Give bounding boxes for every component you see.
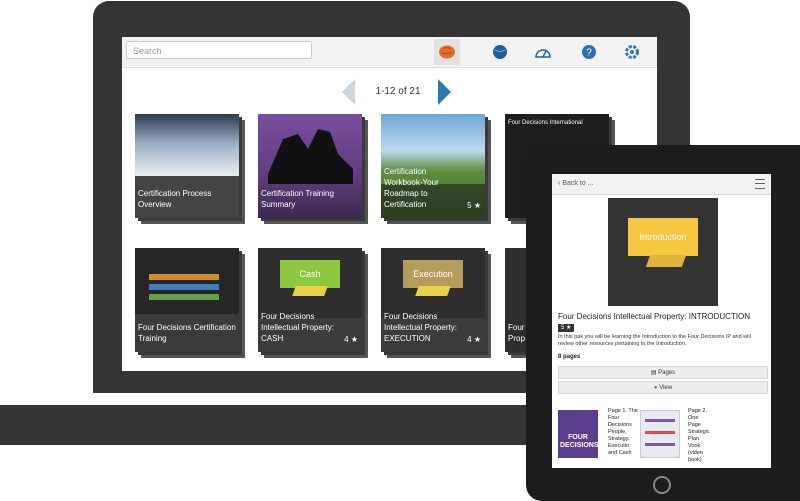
page-1-label[interactable]: Page 1. The Four Decisions People, Strat… [608,408,638,457]
card-title: Four Decisions International [508,120,583,126]
introduction-ribbon: Introduction [628,218,698,256]
view-button[interactable]: ● View [558,381,768,394]
card-title: Four Prop [508,323,525,343]
ribbon-tail [415,286,451,296]
view-button-label: View [659,385,673,391]
card-certification-process[interactable]: Certification Process Overview [135,114,239,218]
card-rating: 4 ★ [467,335,481,344]
item-description: In this pak you will be learning the Int… [558,334,751,347]
menu-icon[interactable] [755,179,765,189]
tablet-top-bar: ‹ Back to ... [552,174,771,195]
pages-count: 8 pages [558,354,581,360]
next-page-button[interactable] [438,79,451,105]
pages-button[interactable]: ▤ Pages [558,366,768,379]
gauge-icon[interactable] [530,39,556,65]
card-title: Four Decisions Certification Training [138,323,236,343]
cash-ribbon: Cash [280,260,340,288]
card-certification-training-summary[interactable]: Certification Training Summary [258,114,362,218]
ribbon-tail [292,286,328,296]
pages-button-label: Pages [658,370,676,376]
page-1-thumbnail-text: FOUR DECISIONS [560,434,599,449]
top-toolbar: Search ? [122,37,657,68]
tablet-screen: ‹ Back to ... Introduction Four Decision… [552,174,771,468]
card-four-decisions-execution[interactable]: Execution Four Decisions Intellectual Pr… [381,248,485,352]
thumb-graphic [645,419,675,422]
back-label: Back to ... [562,180,594,187]
globe-icon[interactable] [487,39,513,65]
card-title: Four Decisions Intellectual Property: EX… [384,312,457,343]
ribbon-tail [645,255,687,267]
card-title: Four Decisions Intellectual Property: CA… [261,312,334,343]
card-rating: 4 ★ [344,335,358,344]
card-rating: 5 ★ [467,201,481,210]
execution-ribbon: Execution [403,260,463,288]
search-input[interactable]: Search [126,41,312,59]
brain-icon[interactable] [434,39,460,65]
card-title: Certification Process Overview [138,189,212,209]
card-four-decisions-cash[interactable]: Cash Four Decisions Intellectual Propert… [258,248,362,352]
card-four-decisions-certification[interactable]: Four Decisions Certification Training [135,248,239,352]
svg-text:?: ? [586,48,592,59]
card-title: Certification Workbook-Your Roadmap to C… [384,167,439,209]
card-graphic [149,274,219,280]
gear-icon[interactable] [619,39,645,65]
introduction-hero-image: Introduction [608,198,718,306]
back-link[interactable]: ‹ Back to ... [558,174,593,194]
card-title: Certification Training Summary [261,189,334,209]
rating-badge: 5 ★ [558,324,575,332]
card-image [135,114,239,176]
page-2-label[interactable]: Page 2. One Page Strategic Plan Vook (vi… [688,408,712,464]
page-1-thumbnail[interactable]: FOUR DECISIONS [558,410,599,458]
pagination-label: 1-12 of 21 [375,86,421,97]
card-certification-workbook[interactable]: Certification Workbook-Your Roadmap to C… [381,114,485,218]
previous-page-button[interactable] [342,79,355,105]
card-graphic [149,294,219,300]
pagination: 1-12 of 21 [342,79,452,105]
home-button[interactable] [653,476,671,494]
thumb-graphic [645,443,675,446]
thumb-graphic [645,431,675,434]
card-graphic [149,284,219,290]
item-title: Four Decisions Intellectual Property: IN… [558,312,751,321]
page-2-thumbnail[interactable] [640,410,680,458]
help-icon[interactable]: ? [576,39,602,65]
